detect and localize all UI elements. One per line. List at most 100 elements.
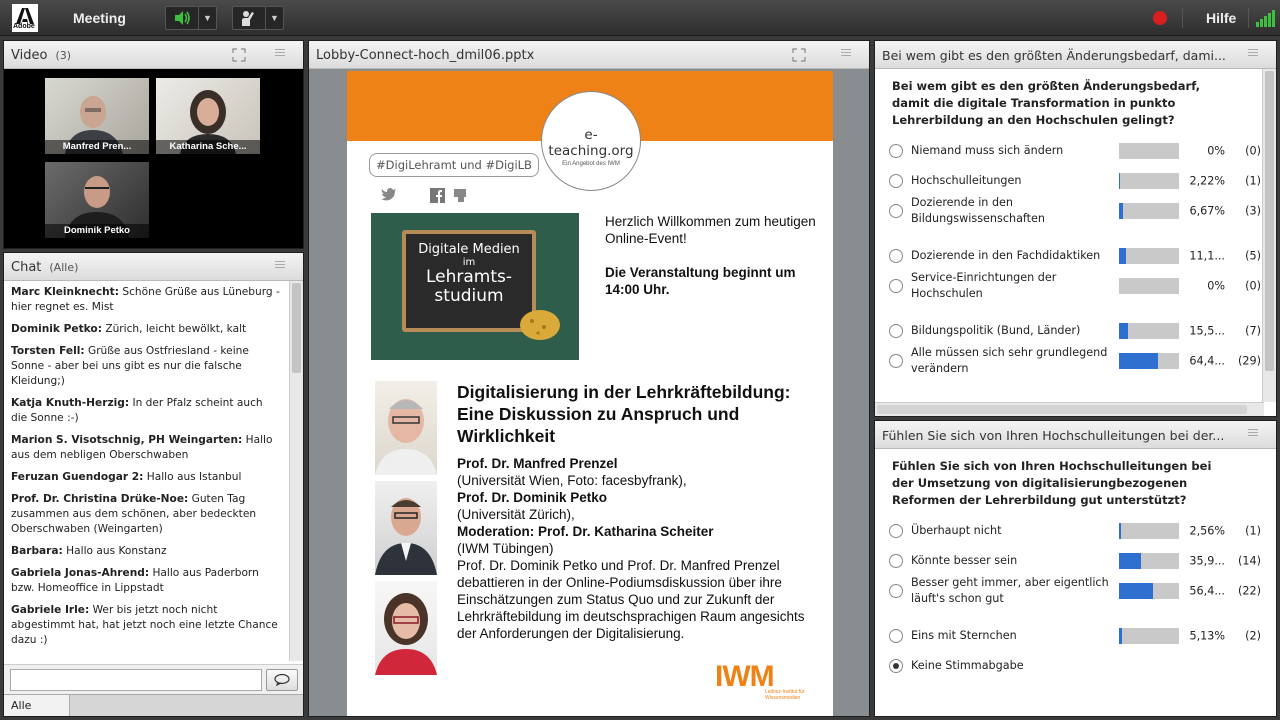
chat-message: Marion S. Visotschnig, PH Weingarten: Ha… bbox=[11, 433, 282, 463]
poll-percent: 2,56% bbox=[1189, 524, 1225, 538]
person-photo-icon bbox=[375, 593, 437, 675]
poll-count: (2) bbox=[1245, 629, 1261, 643]
poll-option[interactable]: Überhaupt nicht 2,56% (1) bbox=[889, 514, 1261, 548]
chat-scope: (Alle) bbox=[49, 261, 79, 274]
poll-percent: 56,4... bbox=[1189, 584, 1225, 598]
video-pod: Video (3) Manfred Pren... Katharina Sche.… bbox=[3, 40, 304, 249]
poll-radio[interactable] bbox=[889, 659, 903, 673]
poll-option[interactable]: Besser geht immer, aber eigentlich läuft… bbox=[889, 574, 1261, 608]
poll-option[interactable]: Bildungspolitik (Bund, Länder) 15,5... (7) bbox=[889, 314, 1261, 348]
poll-result-fill bbox=[1119, 523, 1121, 539]
poll-radio[interactable] bbox=[889, 584, 903, 598]
chat-tab-all[interactable]: Alle bbox=[4, 695, 70, 716]
chat-message: Barbara: Hallo aus Konstanz bbox=[11, 544, 282, 559]
speech-bubble-icon bbox=[274, 674, 290, 686]
chat-message: Feruzan Guendogar 2: Hallo aus Istanbul bbox=[11, 470, 282, 485]
poll-radio[interactable] bbox=[889, 204, 903, 218]
meeting-menu[interactable]: Meeting bbox=[73, 10, 126, 26]
poll-radio[interactable] bbox=[889, 324, 903, 338]
poll-option[interactable]: Könnte besser sein 35,9... (14) bbox=[889, 544, 1261, 578]
fullscreen-icon[interactable] bbox=[791, 47, 807, 63]
poll-result-bar bbox=[1119, 248, 1179, 264]
status-button[interactable] bbox=[233, 7, 265, 29]
video-count: (3) bbox=[55, 49, 72, 62]
poll-count: (5) bbox=[1245, 249, 1261, 263]
chat-text: Hallo aus Konstanz bbox=[66, 545, 167, 557]
poll-radio[interactable] bbox=[889, 144, 903, 158]
poll-percent: 2,22% bbox=[1189, 174, 1225, 188]
video-grid: Manfred Pren... Katharina Sche... Domini… bbox=[4, 69, 303, 248]
e-teaching-logo: e-teaching.org Ein Angebot des IWM bbox=[541, 91, 641, 191]
chat-compose bbox=[4, 664, 303, 694]
chat-message: Prof. Dr. Christina Drüke-Noe: Guten Tag… bbox=[11, 492, 282, 537]
poll-percent: 11,1... bbox=[1189, 249, 1225, 263]
poll-option[interactable]: Dozierende in den Fachdidaktiken 11,1... (… bbox=[889, 239, 1261, 273]
poll-percent: 35,9... bbox=[1189, 554, 1225, 568]
poll-option[interactable]: Niemand muss sich ändern 0% (0) bbox=[889, 134, 1261, 168]
poll-percent: 15,5... bbox=[1189, 324, 1225, 338]
chat-pod-title: Chat bbox=[11, 260, 42, 275]
status-dropdown-icon[interactable]: ▼ bbox=[265, 7, 283, 29]
poll-percent: 6,67% bbox=[1189, 204, 1225, 218]
video-tile[interactable]: Katharina Sche... bbox=[156, 78, 260, 154]
speaker-photo bbox=[375, 581, 437, 675]
chat-pod-header: Chat (Alle) bbox=[4, 253, 303, 281]
pod-options-icon[interactable] bbox=[841, 49, 859, 59]
pod-options-icon[interactable] bbox=[1248, 49, 1266, 59]
chat-message: Gabriela Jonas-Ahrend: Hallo aus Paderbo… bbox=[11, 566, 282, 596]
person-photo-icon bbox=[375, 498, 437, 575]
poll-option[interactable]: Eins mit Sternchen 5,13% (2) bbox=[889, 619, 1261, 653]
pod-options-icon[interactable] bbox=[1248, 429, 1266, 439]
speaker-control[interactable]: ▼ bbox=[165, 6, 217, 30]
poll-radio[interactable] bbox=[889, 354, 903, 368]
iwm-sub-text: Wissensmedien bbox=[765, 695, 801, 701]
help-menu[interactable]: Hilfe bbox=[1206, 10, 1236, 26]
poll-option[interactable]: Hochschulleitungen 2,22% (1) bbox=[889, 164, 1261, 198]
poll-count: (22) bbox=[1238, 584, 1261, 598]
speaker-dropdown-icon[interactable]: ▼ bbox=[198, 7, 216, 29]
speaker-affiliation: (Universität Wien, Foto: facesbyfrank), bbox=[457, 473, 687, 488]
video-tile[interactable]: Manfred Pren... bbox=[45, 78, 149, 154]
poll-result-fill bbox=[1119, 248, 1126, 264]
send-button[interactable] bbox=[266, 669, 298, 691]
logo-main-text: e-teaching.org bbox=[548, 127, 634, 159]
pod-options-icon[interactable] bbox=[275, 49, 293, 59]
poll-result-fill bbox=[1119, 583, 1153, 599]
fullscreen-icon[interactable] bbox=[231, 47, 247, 63]
poll-radio[interactable] bbox=[889, 554, 903, 568]
speaker-icon bbox=[175, 11, 190, 25]
status-control[interactable]: ▼ bbox=[232, 6, 284, 30]
poll-option-label: Dozierende in den Bildungswissenschaften bbox=[911, 196, 1046, 225]
poll-result-bar bbox=[1119, 323, 1179, 339]
person-photo-icon bbox=[375, 399, 437, 475]
poll-radio[interactable] bbox=[889, 279, 903, 293]
poll-result-fill bbox=[1119, 553, 1141, 569]
pod-options-icon[interactable] bbox=[275, 261, 293, 271]
poll-radio[interactable] bbox=[889, 174, 903, 188]
record-icon[interactable] bbox=[1152, 10, 1168, 26]
poll-radio[interactable] bbox=[889, 249, 903, 263]
hashtag-bubble: #DigiLehramt und #DigiLB bbox=[369, 153, 539, 177]
poll-radio[interactable] bbox=[889, 524, 903, 538]
poll-hscrollbar[interactable] bbox=[875, 402, 1264, 416]
poll-option[interactable]: Keine Stimmabgabe bbox=[889, 649, 1256, 683]
chat-input[interactable] bbox=[10, 669, 262, 691]
event-description: Prof. Dr. Dominik Petko und Prof. Dr. Ma… bbox=[457, 558, 805, 641]
chat-tabbar: Alle bbox=[4, 694, 303, 716]
poll-radio[interactable] bbox=[889, 629, 903, 643]
poll-result-bar bbox=[1119, 173, 1179, 189]
poll-pod: Fühlen Sie sich von Ihren Hochschulleitu… bbox=[874, 420, 1277, 717]
poll-option[interactable]: Service-Einrichtungen der Hochschulen 0% (… bbox=[889, 269, 1261, 303]
chat-scrollbar[interactable] bbox=[289, 281, 303, 661]
poll-option-label: Alle müssen sich sehr grundlegend veränd… bbox=[911, 346, 1108, 375]
poll-option[interactable]: Dozierende in den Bildungswissenschaften… bbox=[889, 194, 1261, 228]
poll-scrollbar[interactable] bbox=[1262, 69, 1276, 402]
video-tile[interactable]: Dominik Petko bbox=[45, 162, 149, 238]
chat-sender: Barbara: bbox=[11, 545, 63, 557]
speaker-button[interactable] bbox=[166, 7, 198, 29]
poll-option[interactable]: Alle müssen sich sehr grundlegend veränd… bbox=[889, 344, 1261, 378]
adobe-logo-text: Adobe bbox=[13, 23, 35, 30]
poll-count: (0) bbox=[1245, 279, 1261, 293]
chat-message: Dominik Petko: Zürich, leicht bewölkt, k… bbox=[11, 322, 282, 337]
chat-sender: Feruzan Guendogar 2: bbox=[11, 471, 144, 483]
